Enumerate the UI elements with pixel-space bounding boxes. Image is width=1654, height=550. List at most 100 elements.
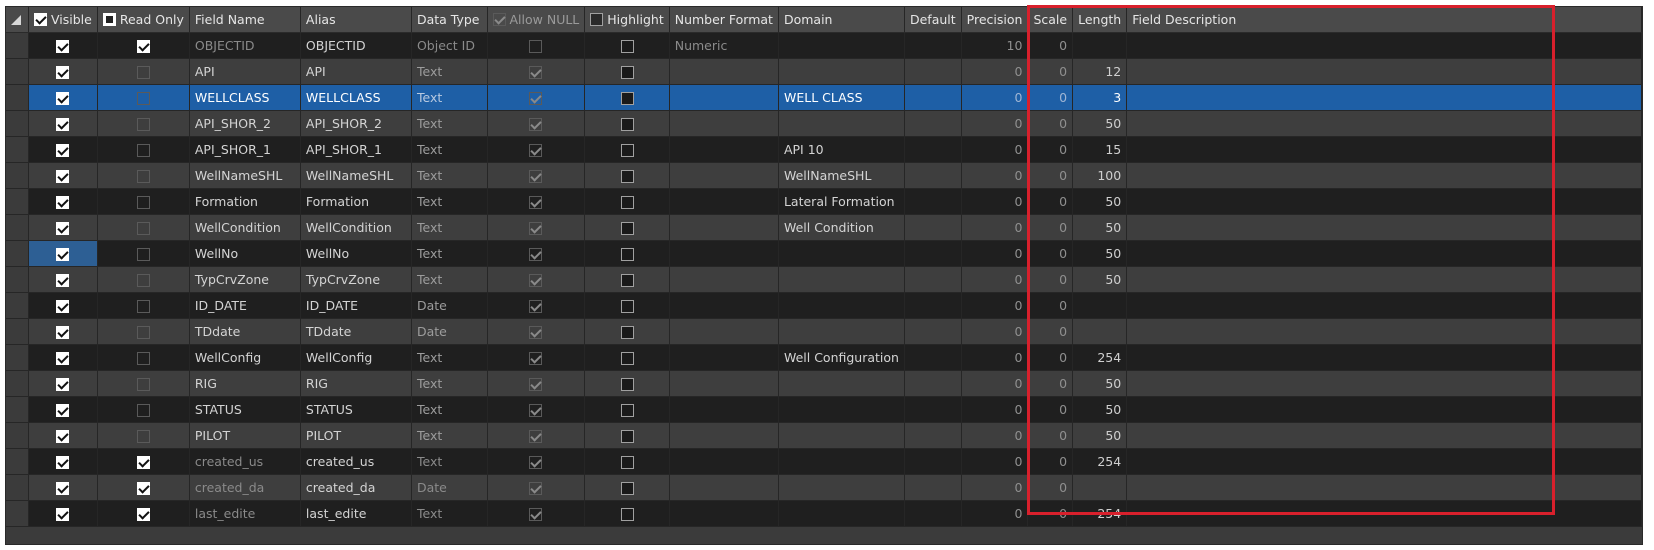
domain-cell[interactable] bbox=[778, 422, 905, 449]
visible-checkbox[interactable] bbox=[56, 91, 70, 105]
default-cell[interactable] bbox=[904, 318, 962, 345]
default-cell[interactable] bbox=[904, 214, 962, 241]
column-header-visible[interactable]: Visible bbox=[28, 7, 98, 33]
field-description-cell[interactable] bbox=[1126, 448, 1642, 475]
field-description-cell[interactable] bbox=[1126, 396, 1642, 423]
data-type-cell[interactable]: Text bbox=[411, 448, 488, 475]
visible-cell[interactable] bbox=[28, 448, 98, 475]
visible-checkbox[interactable] bbox=[56, 299, 70, 313]
read-only-cell[interactable] bbox=[97, 58, 190, 85]
read-only-cell[interactable] bbox=[97, 110, 190, 137]
number-format-cell[interactable] bbox=[669, 240, 779, 267]
alias-cell[interactable]: WellNameSHL bbox=[300, 162, 412, 189]
highlight-cell[interactable] bbox=[584, 32, 670, 59]
row-header[interactable] bbox=[6, 396, 30, 423]
length-cell[interactable] bbox=[1072, 474, 1128, 501]
column-header-data-type[interactable]: Data Type bbox=[411, 7, 488, 33]
precision-cell[interactable]: 0 bbox=[961, 240, 1029, 267]
length-cell[interactable]: 50 bbox=[1072, 396, 1128, 423]
table-row[interactable]: WellConfig WellConfig Text Well Configurati… bbox=[6, 344, 1642, 371]
default-cell[interactable] bbox=[904, 58, 962, 85]
highlight-cell[interactable] bbox=[584, 84, 670, 111]
table-row[interactable]: TypCrvZone TypCrvZone Text 0 0 50 bbox=[6, 266, 1642, 293]
highlight-cell[interactable] bbox=[584, 188, 670, 215]
visible-checkbox[interactable] bbox=[56, 429, 70, 443]
read-only-cell[interactable] bbox=[97, 266, 190, 293]
row-header[interactable] bbox=[6, 84, 30, 111]
field-name-cell[interactable]: API_SHOR_2 bbox=[189, 110, 301, 137]
table-row[interactable]: WellCondition WellCondition Text Well Condi… bbox=[6, 214, 1642, 241]
read-only-header-checkbox[interactable] bbox=[102, 13, 116, 27]
row-header[interactable] bbox=[6, 214, 30, 241]
field-name-cell[interactable]: TDdate bbox=[189, 318, 301, 345]
row-header[interactable] bbox=[6, 32, 30, 59]
field-description-cell[interactable] bbox=[1126, 500, 1642, 527]
default-cell[interactable] bbox=[904, 188, 962, 215]
visible-checkbox[interactable] bbox=[56, 325, 70, 339]
visible-cell[interactable] bbox=[28, 370, 98, 397]
visible-cell[interactable] bbox=[28, 136, 98, 163]
row-header[interactable] bbox=[6, 422, 30, 449]
field-description-cell[interactable] bbox=[1126, 136, 1642, 163]
visible-cell[interactable] bbox=[28, 396, 98, 423]
field-description-cell[interactable] bbox=[1126, 474, 1642, 501]
row-header[interactable] bbox=[6, 370, 30, 397]
domain-cell[interactable]: Well Configuration bbox=[778, 344, 905, 371]
table-row[interactable]: TDdate TDdate Date 0 0 bbox=[6, 318, 1642, 345]
length-cell[interactable] bbox=[1072, 32, 1128, 59]
read-only-cell[interactable] bbox=[97, 396, 190, 423]
default-cell[interactable] bbox=[904, 266, 962, 293]
alias-cell[interactable]: API_SHOR_1 bbox=[300, 136, 412, 163]
visible-cell[interactable] bbox=[28, 162, 98, 189]
read-only-cell[interactable] bbox=[97, 500, 190, 527]
data-type-cell[interactable]: Object ID bbox=[411, 32, 488, 59]
row-header[interactable] bbox=[6, 344, 30, 371]
default-cell[interactable] bbox=[904, 240, 962, 267]
scale-cell[interactable]: 0 bbox=[1027, 344, 1074, 371]
highlight-cell[interactable] bbox=[584, 422, 670, 449]
length-cell[interactable] bbox=[1072, 318, 1128, 345]
table-row[interactable]: API_SHOR_1 API_SHOR_1 Text API 10 0 0 15 bbox=[6, 136, 1642, 163]
column-header-default[interactable]: Default bbox=[904, 7, 962, 33]
data-type-cell[interactable]: Text bbox=[411, 110, 488, 137]
highlight-cell[interactable] bbox=[584, 292, 670, 319]
number-format-cell[interactable] bbox=[669, 448, 779, 475]
number-format-cell[interactable] bbox=[669, 136, 779, 163]
column-header-field-description[interactable]: Field Description bbox=[1126, 7, 1642, 33]
data-type-cell[interactable]: Text bbox=[411, 162, 488, 189]
row-header[interactable] bbox=[6, 110, 30, 137]
data-type-cell[interactable]: Text bbox=[411, 422, 488, 449]
read-only-cell[interactable] bbox=[97, 474, 190, 501]
precision-cell[interactable]: 0 bbox=[961, 266, 1029, 293]
field-name-cell[interactable]: WellNo bbox=[189, 240, 301, 267]
scale-cell[interactable]: 0 bbox=[1027, 32, 1074, 59]
table-row[interactable]: ID_DATE ID_DATE Date 0 0 bbox=[6, 292, 1642, 319]
field-description-cell[interactable] bbox=[1126, 344, 1642, 371]
highlight-checkbox[interactable] bbox=[620, 299, 634, 313]
read-only-cell[interactable] bbox=[97, 240, 190, 267]
highlight-cell[interactable] bbox=[584, 240, 670, 267]
highlight-cell[interactable] bbox=[584, 318, 670, 345]
length-cell[interactable]: 50 bbox=[1072, 266, 1128, 293]
highlight-checkbox[interactable] bbox=[620, 65, 634, 79]
data-type-cell[interactable]: Text bbox=[411, 344, 488, 371]
table-row[interactable]: created_us created_us Text 0 0 254 bbox=[6, 448, 1642, 475]
read-only-cell[interactable] bbox=[97, 214, 190, 241]
default-cell[interactable] bbox=[904, 110, 962, 137]
field-name-cell[interactable]: WellConfig bbox=[189, 344, 301, 371]
read-only-cell[interactable] bbox=[97, 162, 190, 189]
highlight-checkbox[interactable] bbox=[620, 221, 634, 235]
data-type-cell[interactable]: Text bbox=[411, 58, 488, 85]
field-name-cell[interactable]: TypCrvZone bbox=[189, 266, 301, 293]
length-cell[interactable]: 50 bbox=[1072, 188, 1128, 215]
domain-cell[interactable] bbox=[778, 32, 905, 59]
alias-cell[interactable]: STATUS bbox=[300, 396, 412, 423]
visible-cell[interactable] bbox=[28, 292, 98, 319]
number-format-cell[interactable] bbox=[669, 188, 779, 215]
column-header-alias[interactable]: Alias bbox=[300, 7, 412, 33]
precision-cell[interactable]: 10 bbox=[961, 32, 1029, 59]
scale-cell[interactable]: 0 bbox=[1027, 240, 1074, 267]
visible-checkbox[interactable] bbox=[56, 351, 70, 365]
highlight-checkbox[interactable] bbox=[620, 91, 634, 105]
field-name-cell[interactable]: last_edite bbox=[189, 500, 301, 527]
